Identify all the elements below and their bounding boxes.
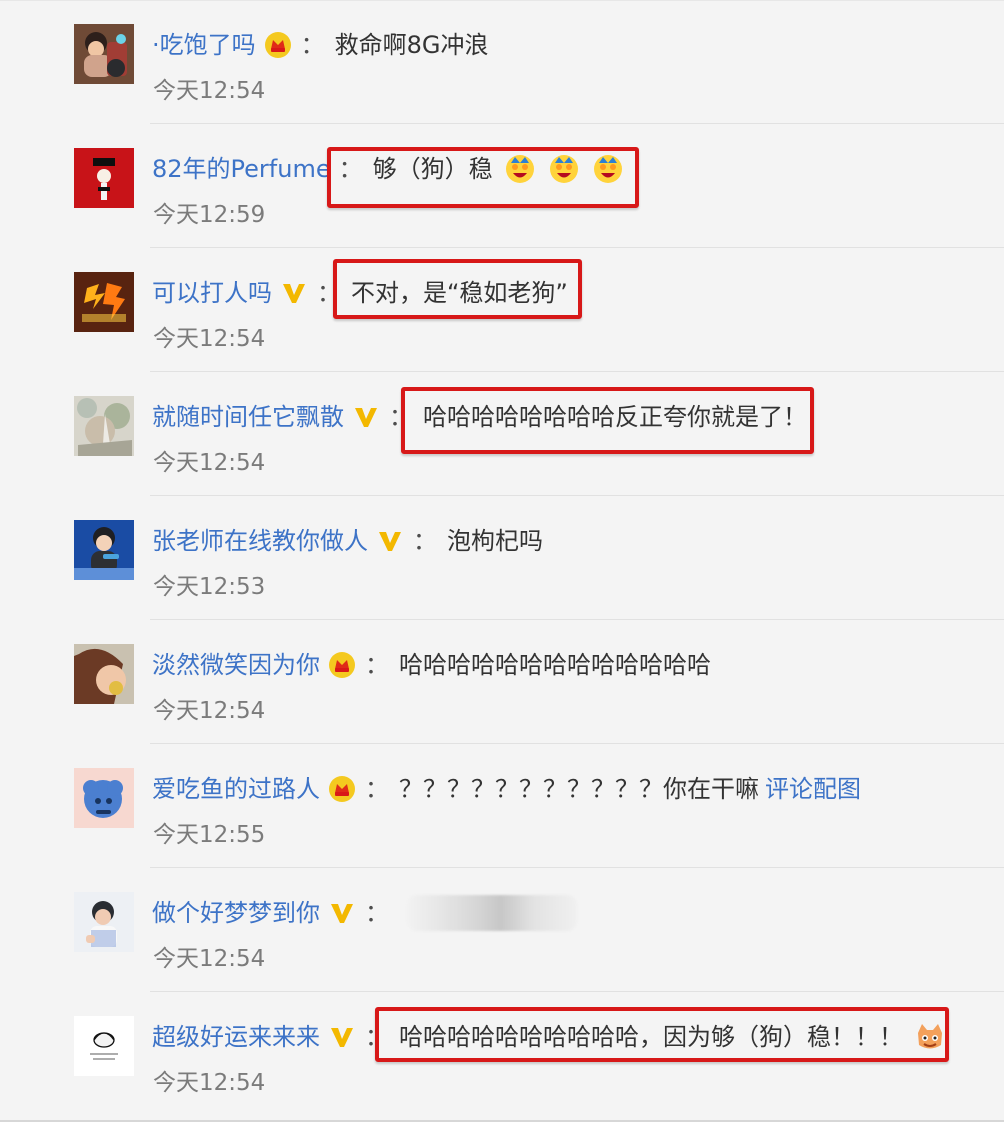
comment-separator: ： — [365, 899, 389, 927]
username-link[interactable]: 超级好运来来来 — [152, 1016, 320, 1058]
comment-text: 哈哈哈哈哈哈哈哈哈哈哈哈哈 — [399, 651, 711, 679]
avatar[interactable] — [74, 892, 134, 952]
highlight-box — [401, 387, 814, 454]
username-link[interactable]: 淡然微笑因为你 — [152, 644, 320, 686]
avatar-icon — [74, 768, 134, 828]
comment-time: 今天12:55 — [153, 822, 266, 848]
comment-list: ·吃饱了吗 ： 救命啊8G冲浪 今天12:54 82年的Perfume ： 够（… — [0, 0, 1004, 1122]
blurred-comment-text — [407, 895, 577, 931]
comment-time: 今天12:54 — [153, 450, 266, 476]
comment-item: 张老师在线教你做人 ： 泡枸杞吗 今天12:53 — [0, 496, 1004, 620]
comment-separator: ： — [365, 775, 389, 803]
crown-badge-icon — [263, 30, 293, 60]
username-link[interactable]: ·吃饱了吗 — [152, 24, 256, 66]
comment-separator: ： — [365, 651, 389, 679]
crown-badge-icon — [327, 774, 357, 804]
verified-v-icon — [327, 1022, 357, 1052]
comment-time: 今天12:53 — [153, 574, 266, 600]
comment-time: 今天12:54 — [153, 698, 266, 724]
highlight-box — [327, 147, 639, 208]
avatar[interactable] — [74, 644, 134, 704]
comment-item: 82年的Perfume ： 够（狗）稳 今天12:59 — [0, 124, 1004, 248]
highlight-box — [375, 1007, 949, 1062]
avatar[interactable] — [74, 768, 134, 828]
comment-item: 淡然微笑因为你 ： 哈哈哈哈哈哈哈哈哈哈哈哈哈 今天12:54 — [0, 620, 1004, 744]
comment-time: 今天12:54 — [153, 326, 266, 352]
comment-time: 今天12:54 — [153, 946, 266, 972]
comment-text: 泡枸杞吗 — [447, 527, 543, 555]
comment-line: 爱吃鱼的过路人 ： ？？？？？？？？？？？你在干嘛 评论配图 — [152, 768, 861, 810]
comment-item: 可以打人吗 ： 不对，是“稳如老狗” 今天12:54 — [0, 248, 1004, 372]
comment-text: 救命啊8G冲浪 — [334, 31, 489, 59]
comment-line: 张老师在线教你做人 ： 泡枸杞吗 — [152, 520, 543, 562]
comment-item: ·吃饱了吗 ： 救命啊8G冲浪 今天12:54 — [0, 0, 1004, 124]
comment-time: 今天12:59 — [153, 202, 266, 228]
avatar-icon — [74, 272, 134, 332]
comment-time: 今天12:54 — [153, 78, 266, 104]
verified-v-icon — [279, 278, 309, 308]
avatar-icon — [74, 644, 134, 704]
avatar[interactable] — [74, 520, 134, 580]
username-link[interactable]: 张老师在线教你做人 — [152, 520, 368, 562]
verified-v-icon — [351, 402, 381, 432]
highlight-box — [333, 259, 582, 319]
comment-item: 做个好梦梦到你 ： 今天12:54 — [0, 868, 1004, 992]
username-link[interactable]: 做个好梦梦到你 — [152, 892, 320, 934]
username-link[interactable]: 爱吃鱼的过路人 — [152, 768, 320, 810]
comment-separator: ： — [413, 527, 437, 555]
avatar-icon — [74, 1016, 134, 1076]
verified-v-icon — [375, 526, 405, 556]
comment-line: ·吃饱了吗 ： 救命啊8G冲浪 — [152, 24, 489, 66]
comment-item: 超级好运来来来 ： 哈哈哈哈哈哈哈哈哈哈，因为够（狗）稳！！！ 今天12:54 — [0, 992, 1004, 1116]
avatar-icon — [74, 24, 134, 84]
avatar[interactable] — [74, 148, 134, 208]
username-link[interactable]: 可以打人吗 — [152, 272, 272, 314]
comment-item: 爱吃鱼的过路人 ： ？？？？？？？？？？？你在干嘛 评论配图 今天12:55 — [0, 744, 1004, 868]
username-link[interactable]: 82年的Perfume — [152, 148, 331, 190]
avatar-icon — [74, 148, 134, 208]
avatar[interactable] — [74, 396, 134, 456]
comment-line: 做个好梦梦到你 ： — [152, 892, 577, 934]
comment-time: 今天12:54 — [153, 1070, 266, 1096]
avatar-icon — [74, 396, 134, 456]
avatar[interactable] — [74, 24, 134, 84]
comment-text: ？？？？？？？？？？？你在干嘛 — [399, 775, 759, 803]
comment-line: 淡然微笑因为你 ： 哈哈哈哈哈哈哈哈哈哈哈哈哈 — [152, 644, 711, 686]
avatar-icon — [74, 892, 134, 952]
comment-separator: ： — [300, 31, 325, 59]
comment-image-link[interactable]: 评论配图 — [765, 768, 861, 810]
comment-item: 就随时间任它飘散 ： 哈哈哈哈哈哈哈哈反正夸你就是了！ 今天12:54 — [0, 372, 1004, 496]
avatar-icon — [74, 520, 134, 580]
avatar[interactable] — [74, 1016, 134, 1076]
avatar[interactable] — [74, 272, 134, 332]
verified-v-icon — [327, 898, 357, 928]
username-link[interactable]: 就随时间任它飘散 — [152, 396, 344, 438]
crown-badge-icon — [327, 650, 357, 680]
